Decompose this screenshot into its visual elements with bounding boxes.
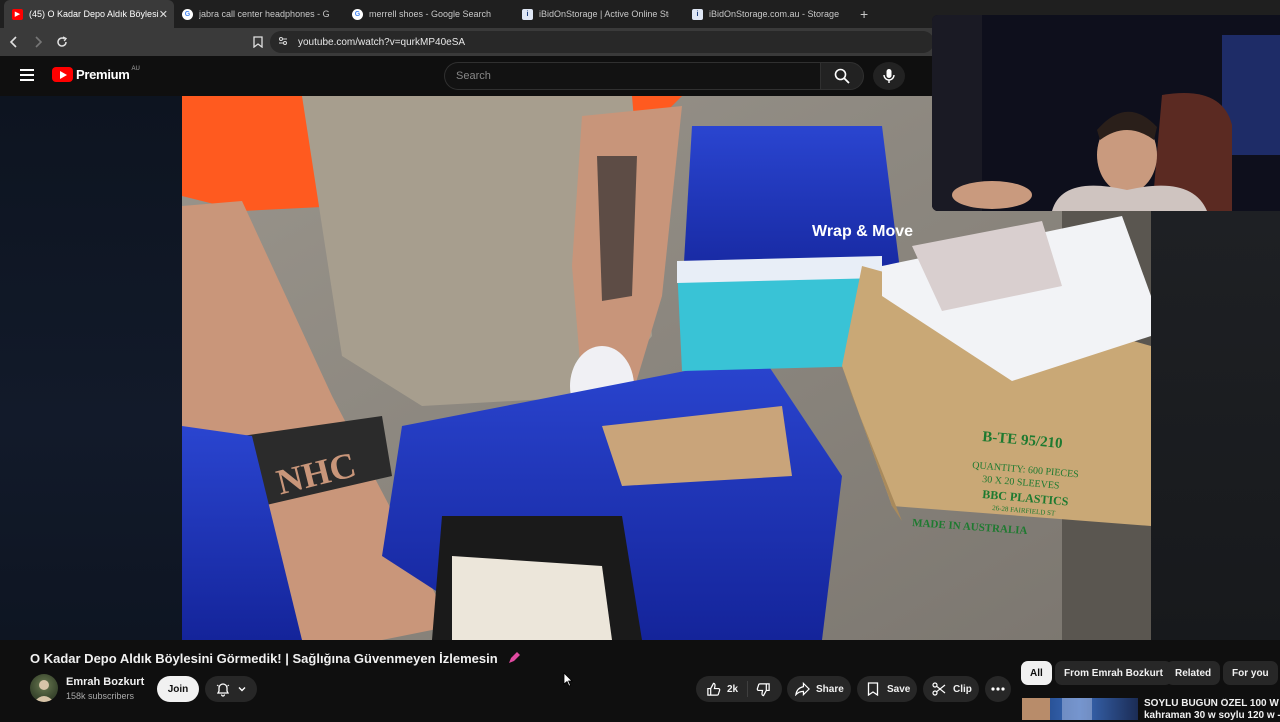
recommendation-title-line2: kahraman 30 w soylu 120 w -E (1144, 710, 1280, 721)
video-title-text: O Kadar Depo Aldık Böylesini Görmedik! |… (30, 651, 498, 666)
streamer-image (932, 15, 1280, 211)
thumbs-up-icon (707, 682, 721, 696)
google-icon: G (352, 8, 363, 20)
search-input[interactable]: Search (444, 62, 820, 90)
share-label: Share (816, 683, 844, 695)
more-actions-button[interactable] (985, 676, 1011, 702)
browser-tab-youtube[interactable]: ▶ (45) O Kadar Depo Aldık Böylesin ✕ (4, 0, 174, 28)
thumbs-down-icon (756, 682, 770, 696)
region-label: AU (131, 65, 140, 72)
forward-icon[interactable] (28, 32, 48, 52)
ibid-icon: i (522, 8, 533, 20)
mouse-cursor-icon (563, 672, 573, 692)
chip-for-you[interactable]: For you (1223, 661, 1278, 685)
microphone-icon (883, 69, 895, 83)
like-button[interactable]: 2k (696, 681, 748, 697)
pencil-icon (507, 651, 521, 668)
clip-label: Clip (953, 683, 972, 695)
bag-logo-text: Wrap & Move (812, 223, 913, 240)
close-tab-icon[interactable]: ✕ (159, 8, 168, 21)
search-placeholder: Search (456, 70, 491, 82)
join-button[interactable]: Join (157, 676, 199, 702)
save-label: Save (887, 683, 911, 695)
recommendation-thumbnail[interactable] (1022, 698, 1138, 720)
webcam-overlay (932, 15, 1280, 211)
ibid-icon: i (692, 8, 703, 20)
video-title: O Kadar Depo Aldık Böylesini Görmedik! |… (30, 651, 521, 668)
ambient-left-glow (0, 96, 182, 640)
chip-all[interactable]: All (1021, 661, 1052, 685)
recommendation-title[interactable]: SOYLU BUGÜN ÖZEL 100 W kahraman 30 w soy… (1144, 698, 1280, 722)
chip-related[interactable]: Related (1166, 661, 1221, 685)
dislike-button[interactable] (748, 682, 771, 697)
youtube-play-icon (52, 67, 73, 82)
browser-tab-google-merrell[interactable]: G merrell shoes - Google Search (344, 0, 514, 28)
tab-title: merrell shoes - Google Search (369, 9, 492, 19)
more-horizontal-icon (991, 687, 1005, 691)
like-dislike-group: 2k (696, 676, 782, 702)
channel-name[interactable]: Emrah Bozkurt (66, 676, 144, 688)
share-button[interactable]: Share (787, 676, 851, 702)
scissors-icon (932, 682, 946, 696)
voice-search-button[interactable] (873, 62, 905, 90)
browser-tab-google-jabra[interactable]: G jabra call center headphones - Goog (174, 0, 344, 28)
notification-bell-button[interactable] (205, 676, 257, 702)
search-icon (834, 68, 850, 84)
youtube-icon: ▶ (12, 8, 23, 20)
tab-title: iBidOnStorage.com.au - Storage King (709, 9, 839, 19)
google-icon: G (182, 8, 193, 20)
reload-icon[interactable] (52, 32, 72, 52)
menu-icon[interactable] (20, 69, 34, 81)
url-text: youtube.com/watch?v=qurkMP40eSA (298, 36, 466, 48)
tab-title: iBidOnStorage | Active Online Storag (539, 9, 669, 19)
chevron-down-icon (238, 687, 246, 692)
share-icon (795, 682, 810, 696)
recommendation-title-line1: SOYLU BUGÜN ÖZEL 100 W (1144, 698, 1279, 709)
url-field[interactable]: youtube.com/watch?v=qurkMP40eSA (270, 31, 934, 53)
save-icon (867, 682, 879, 696)
tab-title: jabra call center headphones - Goog (199, 9, 329, 19)
tab-title: (45) O Kadar Depo Aldık Böylesin (29, 9, 159, 19)
browser-tab-ibid-storage-king[interactable]: i iBidOnStorage.com.au - Storage King (684, 0, 854, 28)
chip-from-channel[interactable]: From Emrah Bozkurt (1055, 661, 1172, 685)
bell-icon (216, 683, 230, 697)
clip-button[interactable]: Clip (923, 676, 979, 702)
site-info-icon[interactable] (278, 36, 288, 49)
brand-label: Premium (76, 67, 130, 82)
save-button[interactable]: Save (857, 676, 917, 702)
channel-avatar[interactable] (30, 674, 58, 702)
search-button[interactable] (820, 62, 864, 90)
like-count: 2k (727, 683, 739, 695)
bookmark-icon[interactable] (248, 32, 268, 52)
back-icon[interactable] (4, 32, 24, 52)
youtube-premium-logo[interactable]: Premium AU (52, 65, 140, 82)
new-tab-icon[interactable]: + (860, 6, 868, 22)
subscriber-count: 158k subscribers (66, 691, 135, 701)
browser-tab-ibid-active[interactable]: i iBidOnStorage | Active Online Storag (514, 0, 684, 28)
